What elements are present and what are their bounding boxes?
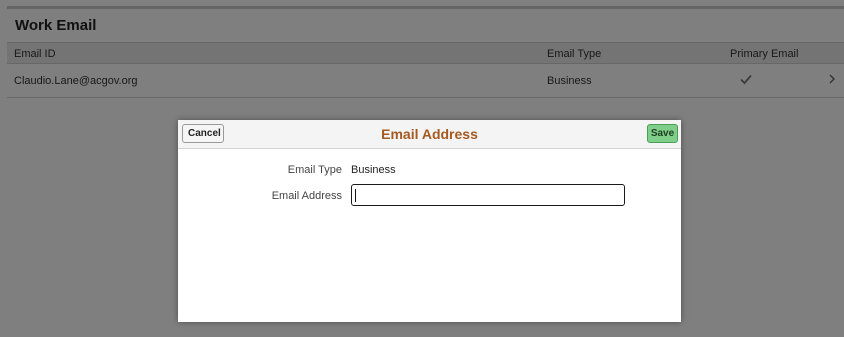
modal-header: Cancel Email Address Save: [178, 120, 681, 149]
email-address-label: Email Address: [271, 190, 342, 202]
email-type-label: Email Type: [287, 164, 342, 176]
email-type-value: Business: [351, 164, 396, 176]
email-address-modal: Cancel Email Address Save Email Type Bus…: [178, 120, 681, 322]
modal-title: Email Address: [381, 126, 478, 142]
save-button[interactable]: Save: [647, 124, 678, 143]
text-cursor: [355, 189, 356, 202]
email-address-input[interactable]: [351, 184, 625, 206]
